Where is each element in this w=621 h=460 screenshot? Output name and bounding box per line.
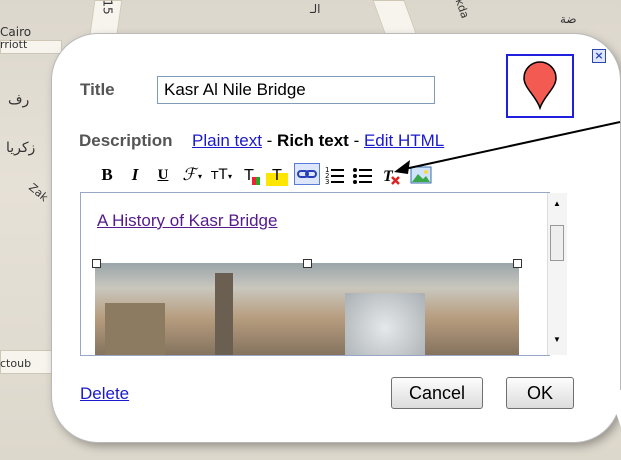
italic-button[interactable]: I <box>124 164 146 186</box>
map-label: kda <box>452 0 472 21</box>
map-marker-icon <box>523 61 557 111</box>
resize-handle[interactable] <box>303 259 312 268</box>
font-size-button[interactable]: тT <box>208 164 230 186</box>
close-icon[interactable]: × <box>592 49 606 63</box>
title-input[interactable] <box>157 76 435 104</box>
scroll-up-icon[interactable]: ▲ <box>553 199 561 208</box>
resize-handle[interactable] <box>92 259 101 268</box>
rich-text-editor[interactable]: A History of Kasr Bridge <box>80 192 550 356</box>
svg-text:3: 3 <box>325 178 329 186</box>
map-label: 15 <box>100 0 115 15</box>
font-button[interactable]: ℱ <box>178 164 200 186</box>
plain-text-link[interactable]: Plain text <box>192 131 262 150</box>
separator: - <box>348 131 364 150</box>
dropdown-arrow-icon: ▾ <box>228 172 233 181</box>
embedded-photo[interactable] <box>95 263 519 355</box>
cancel-button[interactable]: Cancel <box>391 377 483 409</box>
map-label: زكريا <box>6 140 36 156</box>
scroll-down-icon[interactable]: ▼ <box>553 335 561 344</box>
editor-link[interactable]: A History of Kasr Bridge <box>97 211 277 231</box>
numbered-list-icon: 123 <box>325 166 344 186</box>
highlight-button[interactable]: T <box>266 164 288 186</box>
underline-button[interactable]: U <box>152 164 174 186</box>
bulleted-list-button[interactable] <box>352 164 374 186</box>
scrollbar-thumb[interactable] <box>550 225 564 261</box>
text-color-swatch-icon <box>252 177 260 185</box>
ok-button[interactable]: OK <box>506 377 574 409</box>
photo-detail <box>215 273 233 355</box>
map-label: rriott <box>0 38 28 51</box>
map-label: ضة <box>560 12 577 26</box>
map-label: ctoub <box>0 357 32 370</box>
map-label: Zak <box>26 180 51 205</box>
marker-icon-button[interactable] <box>506 54 574 118</box>
delete-link[interactable]: Delete <box>80 384 129 404</box>
photo-detail <box>345 293 425 355</box>
info-window-tail <box>608 390 621 430</box>
link-button[interactable] <box>294 163 320 185</box>
dropdown-arrow-icon: ▾ <box>198 172 203 181</box>
map-label: Cairo <box>0 25 32 39</box>
bulleted-list-icon <box>353 168 372 184</box>
map-label: الـ <box>310 2 321 16</box>
bold-button[interactable]: B <box>96 164 118 186</box>
title-label: Title <box>80 80 115 99</box>
separator: - <box>261 131 278 150</box>
rich-text-label: Rich text <box>277 131 349 150</box>
photo-detail <box>105 303 165 355</box>
link-icon <box>297 170 317 178</box>
map-label: رف <box>8 92 30 108</box>
numbered-list-button[interactable]: 123 <box>324 164 346 186</box>
editor-scrollbar[interactable]: ▲ ▼ <box>547 193 567 355</box>
resize-handle[interactable] <box>513 259 522 268</box>
description-label: Description <box>79 131 173 150</box>
annotation-arrow-icon <box>394 121 621 174</box>
